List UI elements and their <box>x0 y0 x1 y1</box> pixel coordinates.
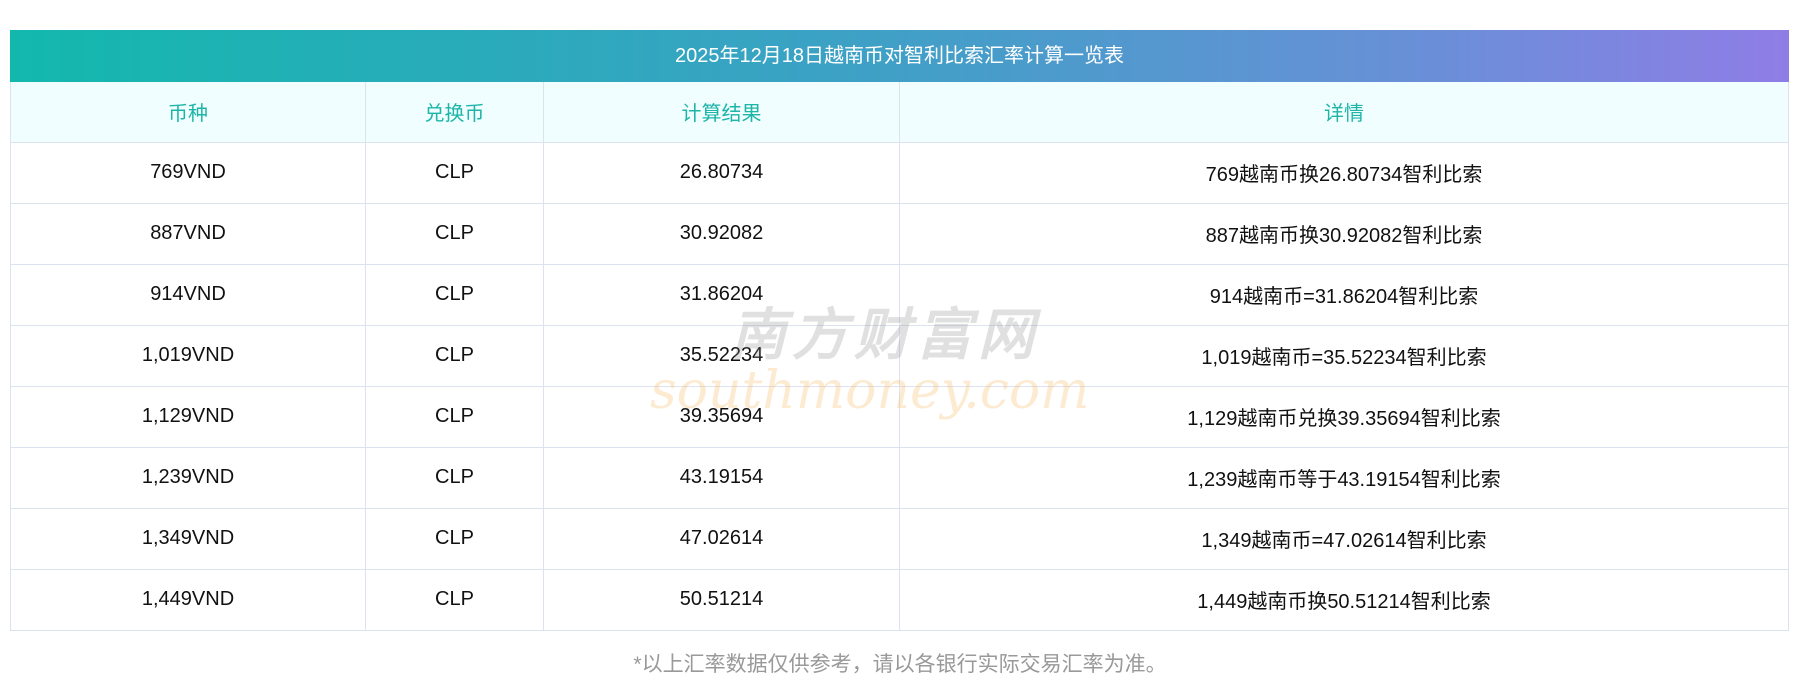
footnote: *以上汇率数据仅供参考，请以各银行实际交易汇率为准。 <box>633 653 1167 676</box>
target-currency-cell: CLP <box>365 568 544 631</box>
details-cell: 1,449越南币换50.51214智利比索 <box>899 568 1789 631</box>
table-row: 914VND CLP 31.86204 914越南币=31.86204智利比索 <box>10 263 1789 326</box>
table-row: 1,349VND CLP 47.02614 1,349越南币=47.02614智利比索 <box>10 507 1789 570</box>
currency-cell: 769VND <box>10 141 366 204</box>
result-cell: 50.51214 <box>543 568 900 631</box>
table-row: 887VND CLP 30.92082 887越南币换30.92082智利比索 <box>10 202 1789 265</box>
rate-table-container: 2025年12月18日越南币对智利比索汇率计算一览表 币种 兑换币 计算结果 详… <box>10 30 1789 631</box>
currency-cell: 887VND <box>10 202 366 265</box>
header-row: 币种 兑换币 计算结果 详情 <box>10 82 1789 143</box>
currency-cell: 1,349VND <box>10 507 366 570</box>
result-cell: 30.92082 <box>543 202 900 265</box>
currency-cell: 914VND <box>10 263 366 326</box>
table-row: 1,449VND CLP 50.51214 1,449越南币换50.51214智利比索 <box>10 568 1789 631</box>
currency-cell: 1,129VND <box>10 385 366 448</box>
result-cell: 43.19154 <box>543 446 900 509</box>
rate-table: 币种 兑换币 计算结果 详情 769VND CLP 26.80734 769越南币换2… <box>10 82 1789 631</box>
header-result: 计算结果 <box>543 82 900 143</box>
table-row: 1,019VND CLP 35.52234 1,019越南币=35.52234智利比索 <box>10 324 1789 387</box>
currency-cell: 1,449VND <box>10 568 366 631</box>
target-currency-cell: CLP <box>365 385 544 448</box>
result-cell: 35.52234 <box>543 324 900 387</box>
header-currency: 币种 <box>10 82 366 143</box>
table-row: 1,239VND CLP 43.19154 1,239越南币等于43.19154智利比… <box>10 446 1789 509</box>
result-cell: 39.35694 <box>543 385 900 448</box>
details-cell: 769越南币换26.80734智利比索 <box>899 141 1789 204</box>
details-cell: 1,129越南币兑换39.35694智利比索 <box>899 385 1789 448</box>
currency-cell: 1,019VND <box>10 324 366 387</box>
result-cell: 47.02614 <box>543 507 900 570</box>
result-cell: 31.86204 <box>543 263 900 326</box>
target-currency-cell: CLP <box>365 202 544 265</box>
details-cell: 1,019越南币=35.52234智利比索 <box>899 324 1789 387</box>
result-cell: 26.80734 <box>543 141 900 204</box>
header-details: 详情 <box>899 82 1789 143</box>
currency-cell: 1,239VND <box>10 446 366 509</box>
target-currency-cell: CLP <box>365 446 544 509</box>
table-row: 1,129VND CLP 39.35694 1,129越南币兑换39.35694智利比… <box>10 385 1789 448</box>
details-cell: 914越南币=31.86204智利比索 <box>899 263 1789 326</box>
table-title: 2025年12月18日越南币对智利比索汇率计算一览表 <box>10 30 1789 82</box>
details-cell: 887越南币换30.92082智利比索 <box>899 202 1789 265</box>
details-cell: 1,239越南币等于43.19154智利比索 <box>899 446 1789 509</box>
table-row: 769VND CLP 26.80734 769越南币换26.80734智利比索 <box>10 141 1789 204</box>
target-currency-cell: CLP <box>365 324 544 387</box>
target-currency-cell: CLP <box>365 263 544 326</box>
target-currency-cell: CLP <box>365 141 544 204</box>
target-currency-cell: CLP <box>365 507 544 570</box>
details-cell: 1,349越南币=47.02614智利比索 <box>899 507 1789 570</box>
header-target-currency: 兑换币 <box>365 82 544 143</box>
